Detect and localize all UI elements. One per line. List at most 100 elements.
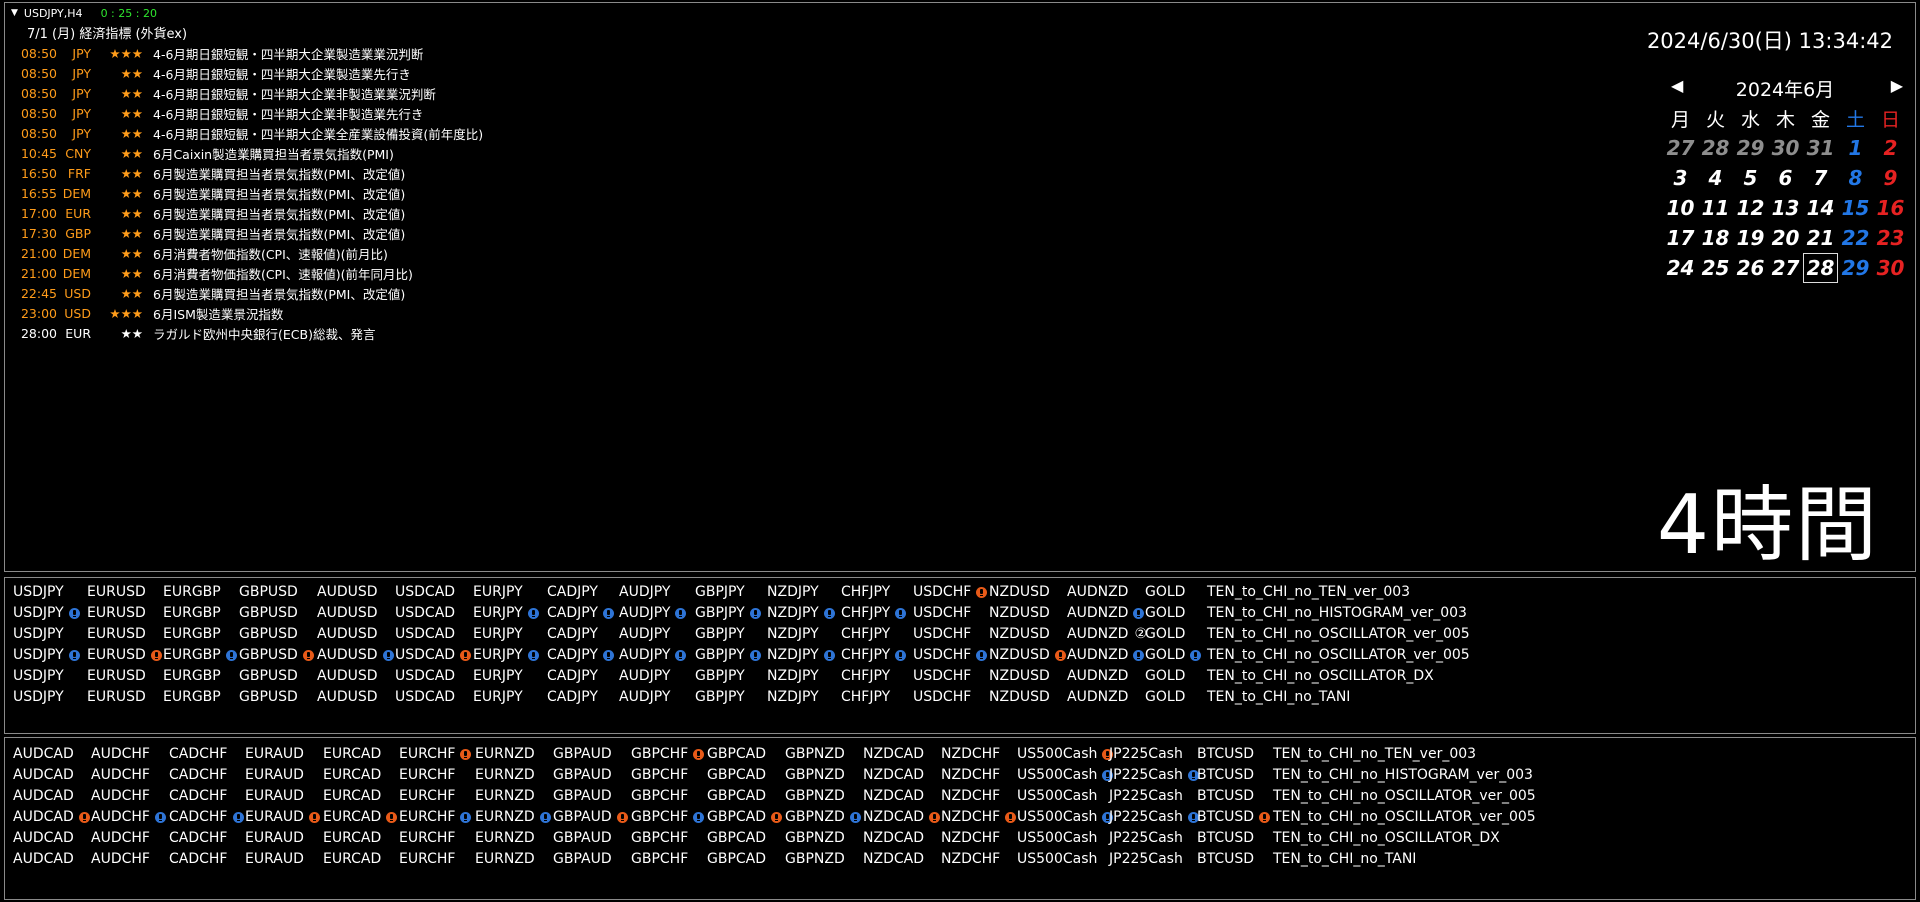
collapse-triangle-icon[interactable]: ▼ [11,8,18,18]
weekday-header: 水 [1740,108,1760,131]
symbol-label: GBPCHF [631,767,689,783]
symbol-button[interactable]: EURGBP [163,684,221,710]
calendar-day[interactable]: 19 [1733,223,1768,253]
symbol-button[interactable]: JP225Cash [1109,846,1183,872]
calendar-day[interactable]: 18 [1698,223,1733,253]
symbol-button[interactable]: NZDJPY [767,684,819,710]
event-row: 23:00 USD ★★★ 6月ISM製造業景況指数 [5,303,483,323]
symbol-label: AUDCAD [13,830,74,846]
calendar-day[interactable]: 30 [1768,133,1803,163]
symbol-button[interactable]: GBPJPY [695,684,745,710]
symbol-button[interactable]: GBPAUD [553,846,612,872]
symbol-button[interactable]: USDCHF [913,684,971,710]
calendar-day[interactable]: 4 [1698,163,1733,193]
calendar-day[interactable]: 15 [1838,193,1873,223]
symbol-button[interactable]: AUDCHF [91,846,150,872]
symbol-button[interactable]: NZDUSD [989,684,1050,710]
calendar-day[interactable]: 11 [1698,193,1733,223]
symbol-label: NZDUSD [989,584,1050,600]
signal-up-icon [1190,649,1202,661]
indicator-name[interactable]: TEN_to_CHI_no_TANI [1207,684,1350,710]
symbol-label: USDJPY [13,668,64,684]
symbol-label: NZDUSD [989,626,1050,642]
symbol-button[interactable]: BTCUSD [1197,846,1254,872]
calendar-day[interactable]: 28 [1698,133,1733,163]
symbol-button[interactable]: EURJPY [473,684,523,710]
symbol-button[interactable]: CADJPY [547,684,598,710]
symbol-button[interactable]: GBPNZD [785,846,845,872]
symbol-label: EURCAD [323,809,382,825]
current-datetime: 2024/6/30(日) 13:34:42 [1646,29,1893,53]
calendar-day[interactable]: 23 [1873,223,1908,253]
symbol-button-row: AUDCAD AUDCHF CADCHF EURAUD EURCAD EURCHF EURN… [5,846,1915,872]
event-currency: EUR [65,325,91,341]
calendar-day[interactable]: 22 [1838,223,1873,253]
calendar-day[interactable]: 26 [1733,253,1768,283]
calendar-day[interactable]: 7 [1803,163,1838,193]
calendar-day[interactable]: 12 [1733,193,1768,223]
symbol-button[interactable]: USDCAD [395,684,455,710]
event-row: 17:30 GBP ★★ 6月製造業購買担当者景気指数(PMI、改定値) [5,223,483,243]
symbol-button[interactable]: GBPCHF [631,846,688,872]
symbol-button[interactable]: AUDNZD [1067,684,1128,710]
symbol-label: EURNZD [475,746,535,762]
symbol-button[interactable]: GBPCAD [707,846,766,872]
symbol-label: CADJPY [547,647,598,663]
symbol-label: EURCAD [323,830,382,846]
next-month-icon[interactable]: ▶ [1891,76,1903,95]
calendar-day[interactable]: 3 [1663,163,1698,193]
calendar-day[interactable]: 24 [1663,253,1698,283]
calendar-day[interactable]: 20 [1768,223,1803,253]
calendar-day[interactable]: 29 [1838,253,1873,283]
symbol-button[interactable]: GOLD [1145,684,1185,710]
symbol-label: EURCHF [399,830,456,846]
event-importance-stars: ★★ [120,105,143,121]
symbol-button[interactable]: US500Cash [1017,846,1097,872]
signal-up-icon [675,649,687,661]
symbol-button[interactable]: AUDUSD [317,684,378,710]
symbol-button[interactable]: EURCHF [399,846,455,872]
calendar-day[interactable]: 9 [1873,163,1908,193]
symbol-button[interactable]: CHFJPY [841,684,890,710]
calendar-day[interactable]: 2 [1873,133,1908,163]
event-importance-stars: ★★ [120,245,143,261]
calendar-day[interactable]: 5 [1733,163,1768,193]
calendar-day[interactable]: 25 [1698,253,1733,283]
symbol-button[interactable]: USDJPY [13,684,64,710]
symbol-button[interactable]: NZDCHF [941,846,1000,872]
calendar-day[interactable]: 27 [1768,253,1803,283]
signal-down-icon [1054,649,1066,661]
calendar-day[interactable]: 6 [1768,163,1803,193]
indicator-name[interactable]: TEN_to_CHI_no_TANI [1273,846,1416,872]
symbol-button[interactable]: EURUSD [87,684,146,710]
symbol-label: AUDCAD [13,767,74,783]
calendar-day[interactable]: 21 [1803,223,1838,253]
calendar-day[interactable]: 16 [1873,193,1908,223]
calendar-day[interactable]: 28 [1803,253,1838,283]
event-row: 16:50 FRF ★★ 6月製造業購買担当者景気指数(PMI、改定値) [5,163,483,183]
symbol-label: US500Cash [1017,830,1098,846]
calendar-day[interactable]: 17 [1663,223,1698,253]
symbol-button[interactable]: AUDCAD [13,846,74,872]
symbol-button[interactable]: EURAUD [245,846,304,872]
calendar-day[interactable]: 29 [1733,133,1768,163]
symbol-label: GBPAUD [553,830,612,846]
calendar-day[interactable]: 30 [1873,253,1908,283]
symbol-label: NZDJPY [767,605,819,621]
symbol-button[interactable]: GBPUSD [239,684,298,710]
calendar-day[interactable]: 10 [1663,193,1698,223]
signal-down-icon [1259,811,1271,823]
calendar-day[interactable]: 1 [1838,133,1873,163]
calendar-day[interactable]: 13 [1768,193,1803,223]
event-row: 17:00 EUR ★★ 6月製造業購買担当者景気指数(PMI、改定値) [5,203,483,223]
event-title: 6月消費者物価指数(CPI、速報値)(前月比) [153,246,388,262]
symbol-button[interactable]: EURCAD [323,846,381,872]
calendar-day[interactable]: 31 [1803,133,1838,163]
symbol-button[interactable]: AUDJPY [619,684,670,710]
symbol-button[interactable]: NZDCAD [863,846,924,872]
calendar-day[interactable]: 14 [1803,193,1838,223]
symbol-button[interactable]: CADCHF [169,846,228,872]
calendar-day[interactable]: 27 [1663,133,1698,163]
symbol-button[interactable]: EURNZD [475,846,535,872]
calendar-day[interactable]: 8 [1838,163,1873,193]
